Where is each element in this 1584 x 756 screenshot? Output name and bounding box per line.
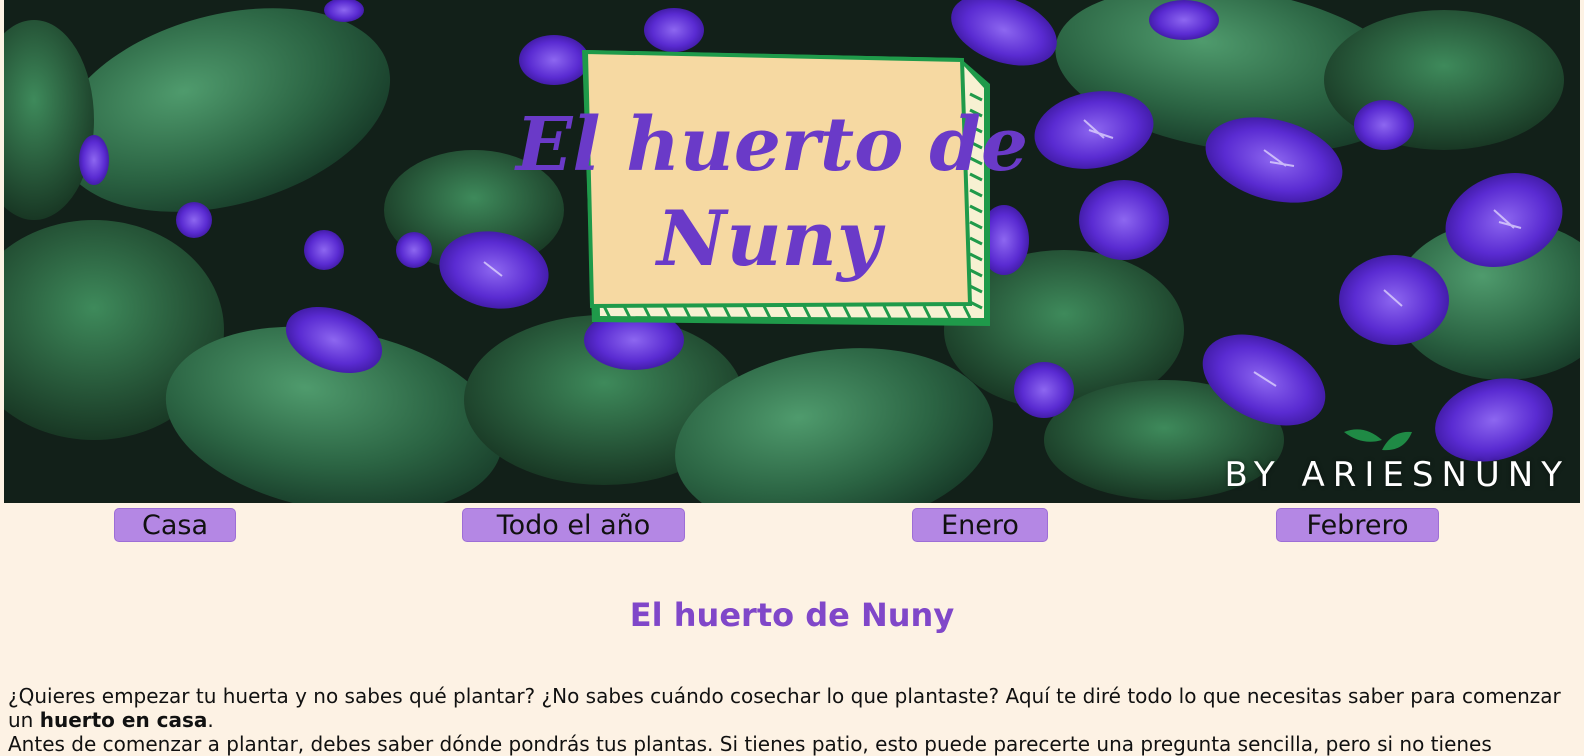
logo-text-line1: El huerto de <box>514 102 1028 188</box>
second-paragraph: Antes de comenzar a plantar, debes saber… <box>8 732 1492 756</box>
nav-button-todo-el-ano[interactable]: Todo el año <box>462 508 685 542</box>
header-banner: El huerto de Nuny BY ARIESNUNY <box>4 0 1580 503</box>
nav-button-febrero[interactable]: Febrero <box>1276 508 1439 542</box>
flower-background-image: El huerto de Nuny <box>4 0 1580 503</box>
logo-sign: El huerto de Nuny <box>514 49 1028 326</box>
nav-button-casa[interactable]: Casa <box>114 508 236 542</box>
logo-text-line2: Nuny <box>655 194 886 283</box>
byline-text: BY ARIESNUNY <box>1224 455 1570 495</box>
intro-bold-text: huerto en casa <box>39 708 208 732</box>
main-content: ¿Quieres empezar tu huerta y no sabes qu… <box>8 684 1578 756</box>
page-title: El huerto de Nuny <box>629 596 955 634</box>
intro-text: ¿Quieres empezar tu huerta y no sabes qu… <box>8 684 1561 732</box>
intro-end-text: . <box>207 708 214 732</box>
nav-button-enero[interactable]: Enero <box>912 508 1048 542</box>
intro-paragraph: ¿Quieres empezar tu huerta y no sabes qu… <box>8 684 1578 732</box>
main-nav: Casa Todo el año Enero Febrero <box>0 508 1584 544</box>
